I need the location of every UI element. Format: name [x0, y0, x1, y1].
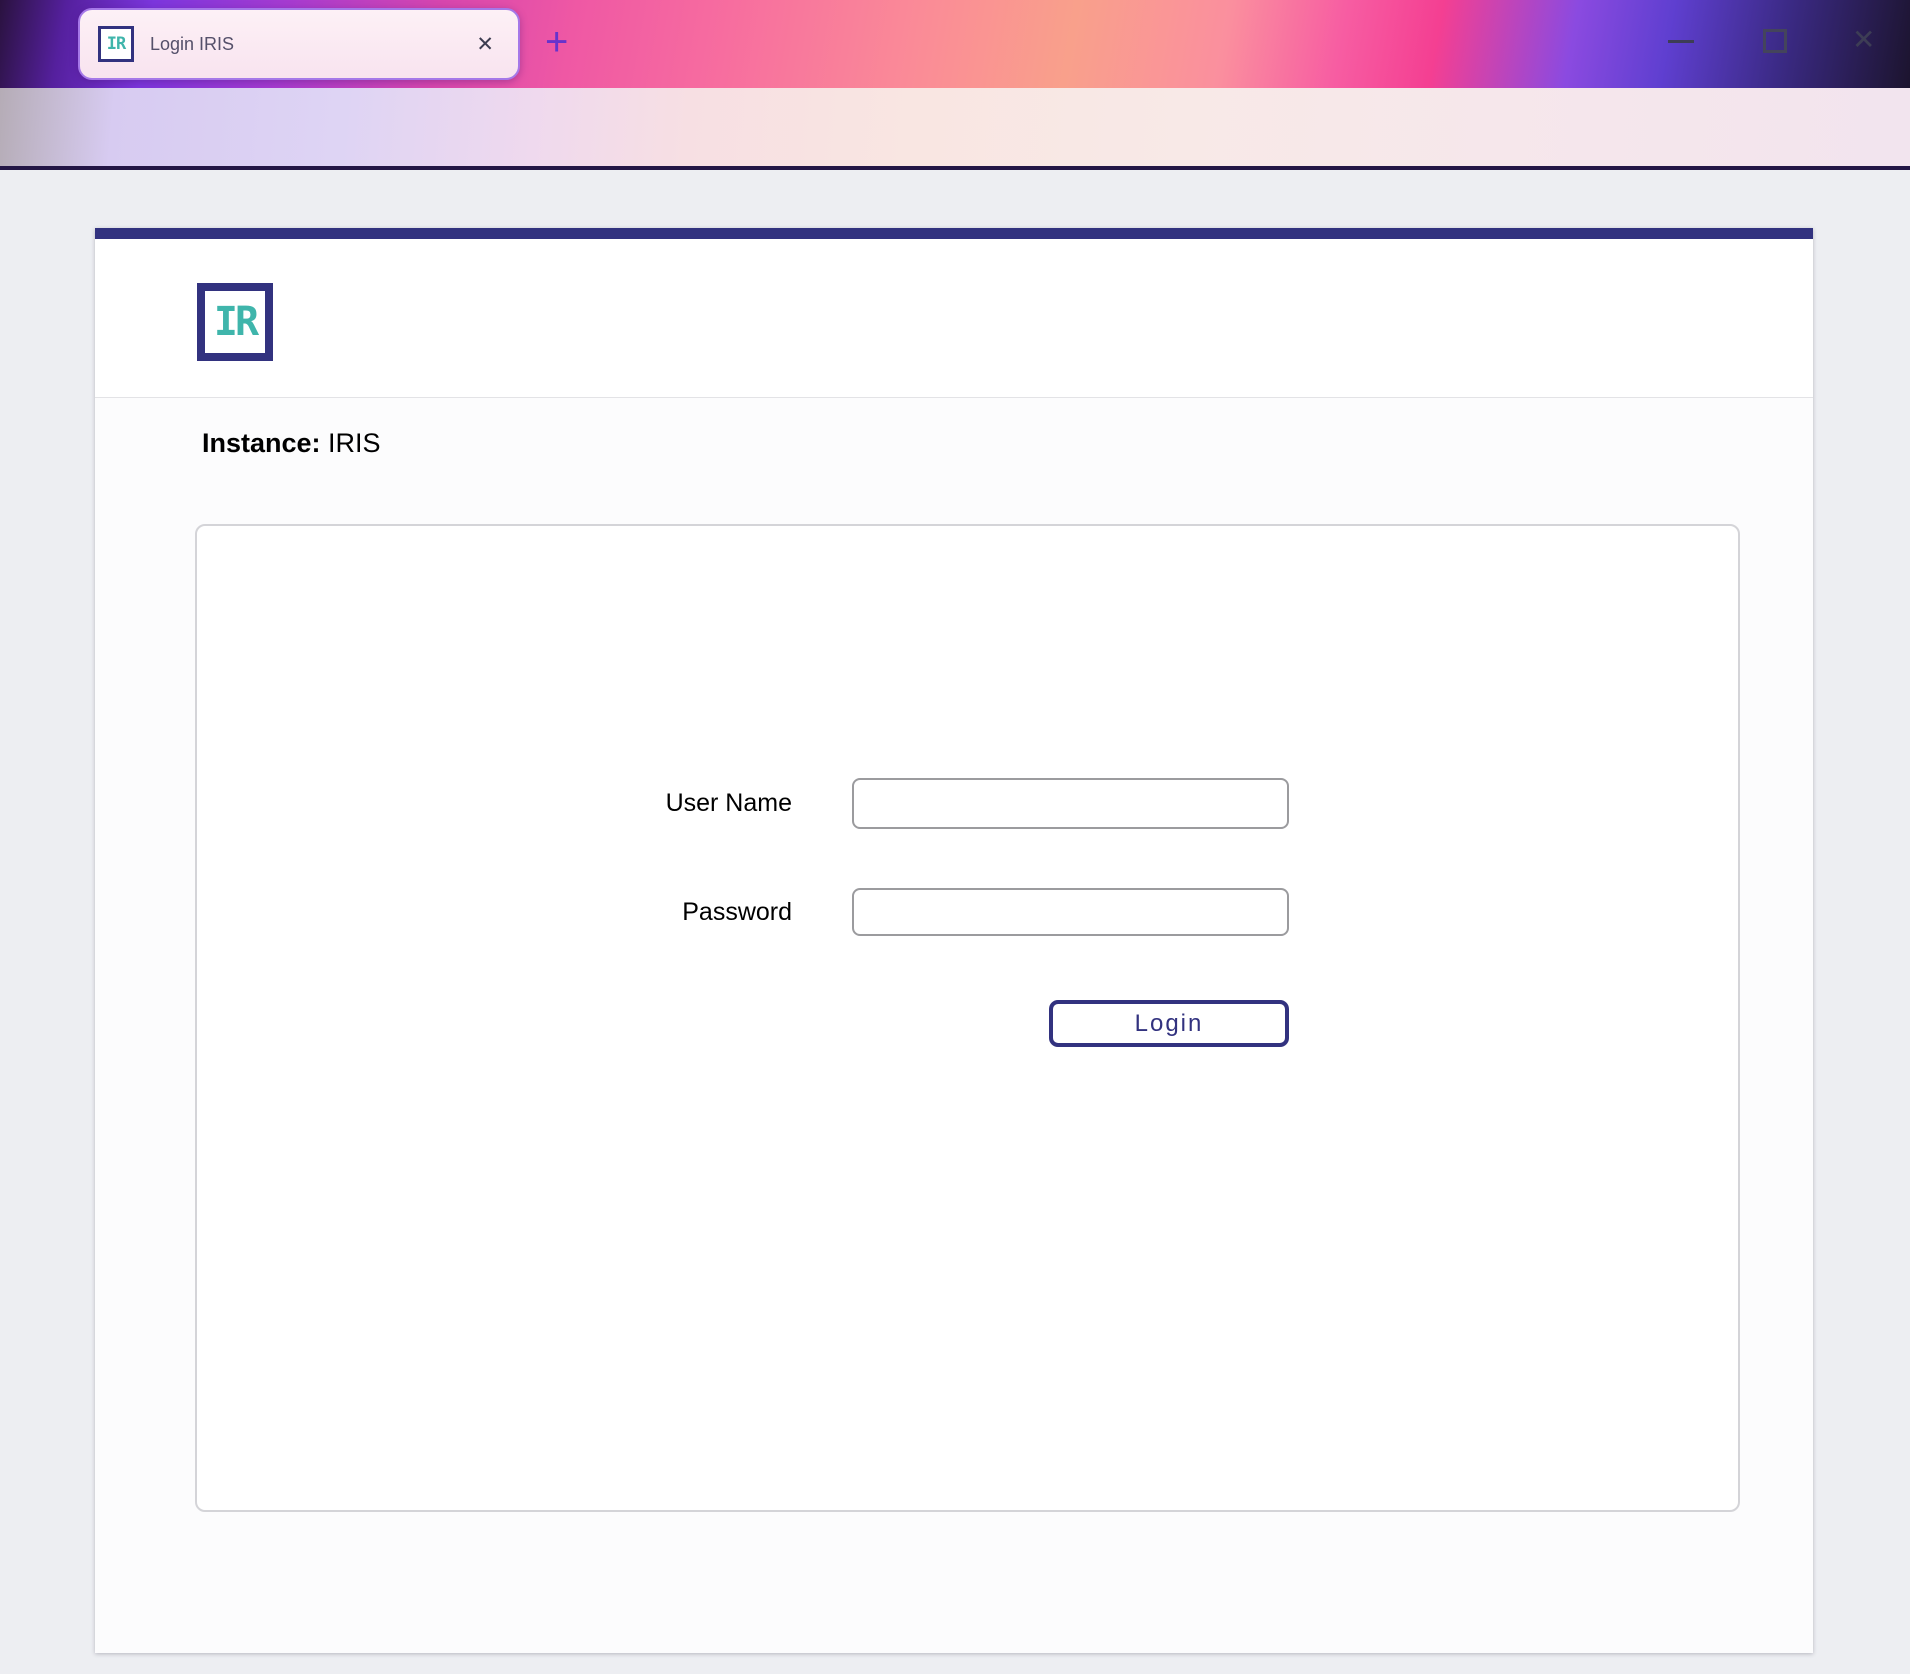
browser-titlebar: IR Login IRIS ✕ + ✕	[0, 0, 1910, 88]
login-form-panel: User Name Password Login	[195, 524, 1740, 1512]
tab-favicon-icon: IR	[98, 26, 134, 62]
instance-line: Instance: IRIS	[202, 428, 381, 459]
password-label: Password	[572, 888, 792, 936]
new-tab-button[interactable]: +	[545, 16, 568, 68]
window-minimize-button[interactable]	[1668, 40, 1694, 43]
iris-logo: IR	[197, 283, 273, 361]
tab-title: Login IRIS	[150, 34, 470, 55]
password-input[interactable]	[852, 888, 1289, 936]
window-close-button[interactable]: ✕	[1852, 22, 1875, 58]
instance-value: IRIS	[321, 428, 381, 458]
instance-label: Instance:	[202, 428, 321, 458]
browser-toolbar: ← → ↻ localhost:52773/csp/sys/%25CSP.Por…	[0, 88, 1910, 166]
username-input[interactable]	[852, 778, 1289, 829]
window-maximize-button[interactable]	[1763, 29, 1787, 53]
page-header: IR	[95, 239, 1813, 398]
username-label: User Name	[572, 778, 792, 829]
page-background: IR Instance: IRIS User Name Password Log…	[0, 170, 1910, 1674]
login-button[interactable]: Login	[1049, 1000, 1289, 1047]
content-card: IR Instance: IRIS User Name Password Log…	[95, 228, 1813, 1653]
tab-close-icon[interactable]: ✕	[470, 30, 500, 59]
top-accent-bar	[95, 228, 1813, 239]
browser-tab[interactable]: IR Login IRIS ✕	[78, 8, 520, 80]
